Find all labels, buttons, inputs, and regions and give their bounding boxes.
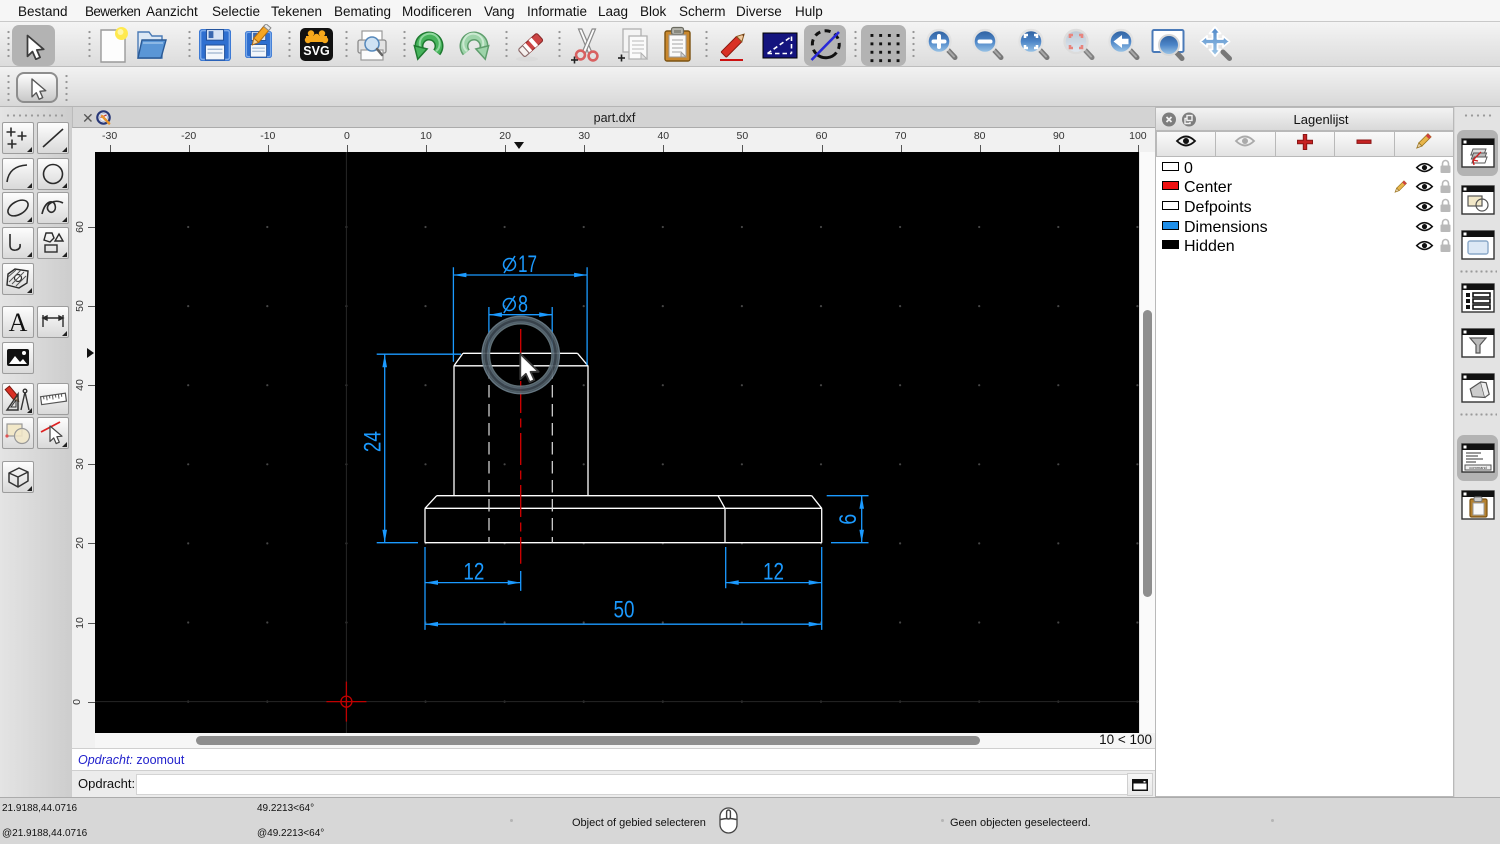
svg-text:12: 12 bbox=[763, 559, 784, 586]
svg-text:6: 6 bbox=[835, 514, 862, 525]
svg-text:17: 17 bbox=[518, 251, 537, 278]
svg-text:A: A bbox=[9, 308, 28, 337]
svg-text:Lagenlijst: Lagenlijst bbox=[1294, 112, 1349, 127]
svg-text:50: 50 bbox=[614, 597, 635, 624]
svg-text:24: 24 bbox=[360, 431, 387, 452]
svg-text:8: 8 bbox=[518, 291, 528, 318]
svg-text:12: 12 bbox=[463, 559, 484, 586]
svg-text:command: command bbox=[1469, 465, 1487, 470]
svg-text:SVG: SVG bbox=[303, 44, 329, 58]
